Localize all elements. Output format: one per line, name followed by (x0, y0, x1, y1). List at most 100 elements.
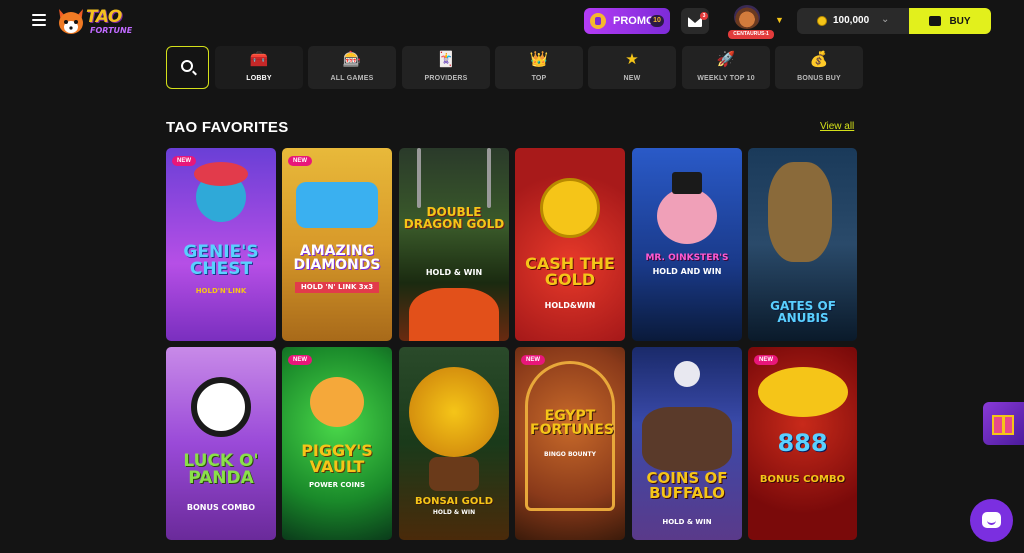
new-badge: NEW (521, 355, 545, 365)
promo-icon (590, 13, 606, 29)
buy-button[interactable]: BUY (909, 8, 991, 34)
game-title: 888 (777, 429, 828, 457)
category-label: BONUS BUY (797, 75, 841, 82)
chat-icon (982, 512, 1001, 528)
game-subtitle: HOLD&WIN (544, 301, 596, 310)
category-new[interactable]: ★ NEW (588, 46, 676, 89)
diamond-pile-art (296, 182, 378, 228)
game-title: EGYPT FORTUNES (530, 408, 614, 438)
chat-button[interactable] (970, 499, 1013, 542)
search-icon (181, 60, 193, 72)
game-tile-luck-o-panda[interactable]: LUCK O' PANDA BONUS COMBO (166, 347, 276, 540)
game-subtitle: HOLD & WIN (662, 518, 712, 526)
rocket-icon: 🚀 (716, 51, 736, 68)
game-tile-amazing-diamonds[interactable]: NEW AMAZING DIAMONDS HOLD 'N' LINK 3x3 (282, 148, 392, 341)
game-subtitle: BONUS COMBO (759, 474, 846, 485)
game-tile-piggys-vault[interactable]: NEW PIGGY'S VAULT POWER COINS (282, 347, 392, 540)
game-tile-cash-the-gold[interactable]: CASH THE GOLD HOLD&WIN (515, 148, 625, 341)
category-all-games[interactable]: 🎰 ALL GAMES (308, 46, 396, 89)
category-label: WEEKLY TOP 10 (697, 75, 755, 82)
promo-label: PROMO (613, 15, 655, 27)
search-icon-handle (192, 70, 197, 76)
game-subtitle: HOLD'N'LINK (195, 287, 247, 295)
category-top[interactable]: 👑 TOP (495, 46, 583, 89)
category-label: ALL GAMES (330, 75, 374, 82)
chevron-down-icon[interactable]: ▼ (775, 15, 784, 25)
username-label: CENTAURUS-1 (728, 30, 774, 39)
game-title: MR. OINKSTER'S (645, 253, 729, 263)
new-badge: NEW (172, 156, 196, 166)
pot-art (429, 457, 479, 491)
buffalo-art (642, 407, 732, 471)
new-badge: NEW (288, 156, 312, 166)
category-label: PROVIDERS (424, 75, 468, 82)
fire-art (409, 288, 499, 341)
moon-art (674, 361, 700, 387)
user-avatar[interactable]: CENTAURUS-1 (728, 5, 774, 39)
golden-tree-art (409, 367, 499, 457)
slot-machine-icon: 🎰 (342, 51, 362, 68)
balance-value: 100,000 (833, 15, 870, 26)
category-label: TOP (531, 75, 547, 82)
category-lobby[interactable]: 🧰 LOBBY (215, 46, 303, 89)
category-bonus-buy[interactable]: 💰 BONUS BUY (775, 46, 863, 89)
game-tile-genies-chest[interactable]: NEW GENIE'S CHEST HOLD'N'LINK (166, 148, 276, 341)
chain-art (487, 148, 491, 208)
search-button[interactable] (166, 46, 209, 89)
game-tile-888-bonus-combo[interactable]: NEW 888 BONUS COMBO (748, 347, 857, 540)
game-subtitle: HOLD 'N' LINK 3x3 (295, 282, 379, 293)
category-label: NEW (623, 75, 641, 82)
game-subtitle: BINGO BOUNTY (544, 451, 596, 458)
game-title: DOUBLE DRAGON GOLD (403, 205, 505, 231)
menu-icon[interactable] (32, 14, 46, 26)
mummy-art (768, 162, 832, 262)
wallet-icon (929, 16, 942, 26)
gold-coin-art (540, 178, 600, 238)
promo-count-badge: 10 (650, 15, 664, 27)
money-bag-icon: 💰 (809, 51, 829, 68)
game-title: CASH THE GOLD (525, 254, 615, 289)
chevron-down-icon: ⌄ (881, 14, 890, 25)
new-badge: NEW (288, 355, 312, 365)
top-header: TAO FORTUNE PROMO 10 3 CENTAURUS-1 ▼ 100… (0, 0, 1024, 42)
chain-art (417, 148, 421, 208)
game-tile-egypt-fortunes[interactable]: NEW EGYPT FORTUNES BINGO BOUNTY (515, 347, 625, 540)
logo-subtext: FORTUNE (90, 26, 133, 35)
game-subtitle: BONUS COMBO (186, 503, 256, 512)
game-tile-double-dragon-gold[interactable]: DOUBLE DRAGON GOLD HOLD & WIN (399, 148, 509, 341)
game-title: GENIE'S CHEST (183, 242, 259, 279)
coin-icon (817, 16, 827, 26)
game-title: COINS OF BUFFALO (646, 469, 728, 502)
inbox-button[interactable]: 3 (681, 8, 709, 34)
gift-button[interactable] (983, 402, 1024, 445)
pig-art (657, 188, 717, 244)
category-weekly-top-10[interactable]: 🚀 WEEKLY TOP 10 (682, 46, 770, 89)
balance-selector[interactable]: 100,000 ⌄ (797, 8, 909, 34)
treasure-chest-icon: 🧰 (249, 51, 269, 68)
gold-coins-art (758, 367, 848, 417)
top-hat-art (672, 172, 702, 194)
game-subtitle: HOLD & WIN (425, 268, 483, 277)
inbox-count-badge: 3 (700, 12, 708, 20)
game-title: LUCK O' PANDA (183, 451, 259, 488)
gift-icon (992, 415, 1014, 435)
game-tile-mr-oinkster[interactable]: MR. OINKSTER'S HOLD AND WIN (632, 148, 742, 341)
new-badge: NEW (754, 355, 778, 365)
site-logo[interactable]: TAO FORTUNE (56, 5, 136, 39)
buy-label: BUY (949, 15, 971, 27)
game-subtitle: HOLD & WIN (432, 509, 476, 516)
star-icon: ★ (625, 51, 639, 68)
category-providers[interactable]: 🃏 PROVIDERS (402, 46, 490, 89)
game-subtitle: POWER COINS (308, 481, 365, 489)
game-tile-coins-of-buffalo[interactable]: COINS OF BUFFALO HOLD & WIN (632, 347, 742, 540)
game-tile-gates-of-anubis[interactable]: GATES OF ANUBIS (748, 148, 857, 341)
star-card-icon: 🃏 (436, 51, 456, 68)
promo-button[interactable]: PROMO 10 (584, 8, 670, 34)
piggy-art (310, 377, 364, 427)
logo-text: TAO (86, 7, 122, 27)
panda-art (191, 377, 251, 437)
game-tile-bonsai-gold[interactable]: BONSAI GOLD HOLD & WIN (399, 347, 509, 540)
view-all-link[interactable]: View all (820, 121, 854, 132)
fox-logo-icon (59, 9, 83, 34)
game-title: AMAZING DIAMONDS (293, 243, 381, 273)
